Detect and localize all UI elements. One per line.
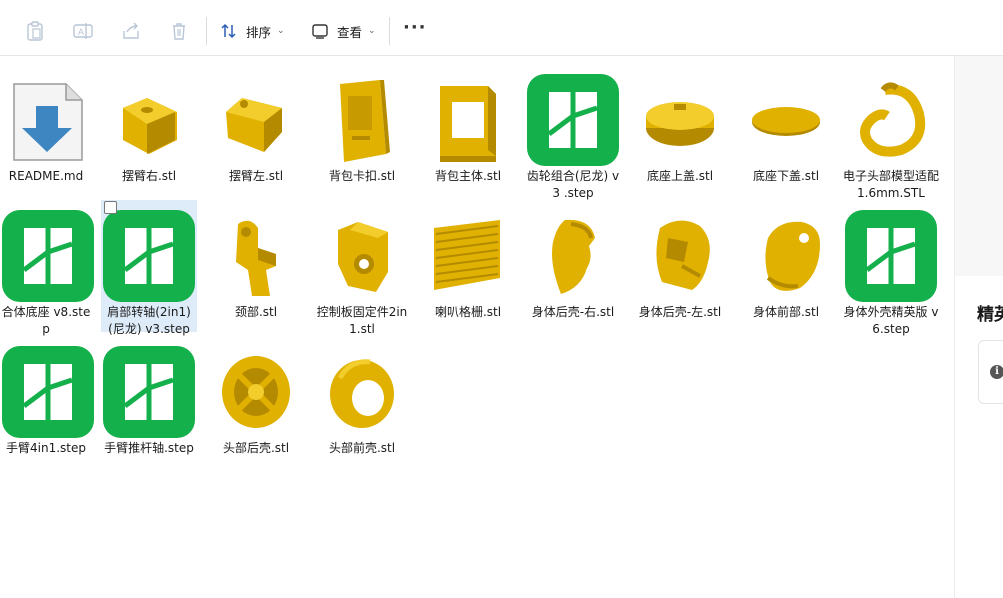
stl-model-thumbnail-icon [314,208,410,304]
chevron-down-icon: ⌄ [368,26,376,36]
file-item[interactable]: 身体前部.stl [738,200,834,332]
paste-icon[interactable] [24,20,46,42]
file-item[interactable]: 身体后壳-右.stl [525,200,621,332]
stl-model-thumbnail-icon [208,72,304,168]
file-item[interactable]: 身体外壳精英版 v6.step [843,200,939,336]
step-file-icon [525,72,621,168]
file-item[interactable]: 背包卡扣.stl [314,64,410,196]
file-item[interactable]: 头部前壳.stl [314,336,410,468]
stl-model-thumbnail-icon [314,72,410,168]
file-name: 手臂4in1.step [6,441,86,455]
more-options-button[interactable]: ··· [403,19,426,42]
stl-model-thumbnail-icon [525,208,621,304]
file-item[interactable]: 合体底座 v8.step [0,200,94,336]
step-file-icon [101,208,197,304]
details-card: i [978,340,1003,404]
delete-icon[interactable] [168,20,190,42]
file-name: README.md [8,169,84,183]
stl-model-thumbnail-icon [738,208,834,304]
file-item[interactable]: 手臂推杆轴.step [101,336,197,468]
file-name: 身体前部.stl [752,305,820,319]
step-file-icon [843,208,939,304]
file-item[interactable]: README.md [0,64,92,196]
svg-text:A: A [78,27,84,37]
file-item[interactable]: 底座下盖.stl [738,64,834,196]
step-file-icon [101,344,197,440]
preview-area [955,56,1003,276]
file-name: 手臂推杆轴.step [104,441,194,455]
file-item[interactable]: 摆臂左.stl [208,64,304,196]
stl-model-thumbnail-icon [420,72,516,168]
file-item[interactable]: 背包主体.stl [420,64,516,196]
view-menu[interactable]: 查看 ⌄ [311,20,376,42]
file-name: 肩部转轴(2in1)(尼龙) v3.step [107,305,191,336]
info-icon: i [990,365,1003,379]
stl-model-thumbnail-icon [632,72,728,168]
stl-model-thumbnail-icon [632,208,728,304]
stl-model-thumbnail-icon [208,344,304,440]
file-item[interactable]: 手臂4in1.step [0,336,94,468]
view-icon [311,22,329,40]
stl-model-thumbnail-icon [843,72,939,168]
file-item[interactable]: 齿轮组合(尼龙) v3 .step [525,64,621,200]
view-label: 查看 [337,24,363,40]
selection-checkbox[interactable] [104,201,117,214]
file-name: 身体后壳-右.stl [531,305,615,319]
stl-model-thumbnail-icon [420,208,516,304]
details-title: 精英 [977,305,1003,325]
file-name: 底座上盖.stl [646,169,714,183]
file-name: 身体后壳-左.stl [638,305,722,319]
file-name: 电子头部模型适配1.6mm.STL [843,169,940,200]
command-bar: A 排序 ⌄ 查看 ⌄ ··· [0,0,1003,56]
step-file-icon [0,208,96,304]
sort-label: 排序 [246,24,272,40]
file-name: 背包卡扣.stl [328,169,396,183]
file-name: 底座下盖.stl [752,169,820,183]
file-item[interactable]: 底座上盖.stl [632,64,728,196]
details-pane: 精英 i [954,56,1003,598]
file-name: 摆臂左.stl [228,169,284,183]
file-item[interactable]: 摆臂右.stl [101,64,197,196]
file-name: 头部前壳.stl [328,441,396,455]
sort-icon [220,22,238,40]
file-name: 喇叭格栅.stl [434,305,502,319]
file-name: 控制板固定件2in1.stl [316,305,408,336]
file-grid: README.md 摆臂右.stl 摆臂左.stl 背包卡扣.stl 背包主体.stl 齿… [0,56,955,598]
rename-icon[interactable]: A [72,20,94,42]
share-icon[interactable] [120,20,142,42]
file-name: 头部后壳.stl [222,441,290,455]
stl-model-thumbnail-icon [208,208,304,304]
sort-menu[interactable]: 排序 ⌄ [220,20,285,42]
file-item[interactable]: 身体后壳-左.stl [632,200,728,332]
toolbar-divider [389,17,390,45]
file-item[interactable]: 控制板固定件2in1.stl [314,200,410,336]
file-name: 身体外壳精英版 v6.step [843,305,939,336]
file-name: 颈部.stl [234,305,278,319]
file-item[interactable]: 肩部转轴(2in1)(尼龙) v3.step [101,200,197,336]
stl-model-thumbnail-icon [738,72,834,168]
file-name: 背包主体.stl [434,169,502,183]
markdown-file-icon [0,72,96,168]
stl-model-thumbnail-icon [101,72,197,168]
file-item[interactable]: 头部后壳.stl [208,336,304,468]
toolbar-divider [206,17,207,45]
file-item[interactable]: 颈部.stl [208,200,304,332]
file-item[interactable]: 喇叭格栅.stl [420,200,516,332]
file-name: 齿轮组合(尼龙) v3 .step [526,169,620,200]
file-name: 摆臂右.stl [121,169,177,183]
chevron-down-icon: ⌄ [277,26,285,36]
stl-model-thumbnail-icon [314,344,410,440]
file-item[interactable]: 电子头部模型适配1.6mm.STL [843,64,939,200]
file-name: 合体底座 v8.step [1,305,91,336]
step-file-icon [0,344,96,440]
